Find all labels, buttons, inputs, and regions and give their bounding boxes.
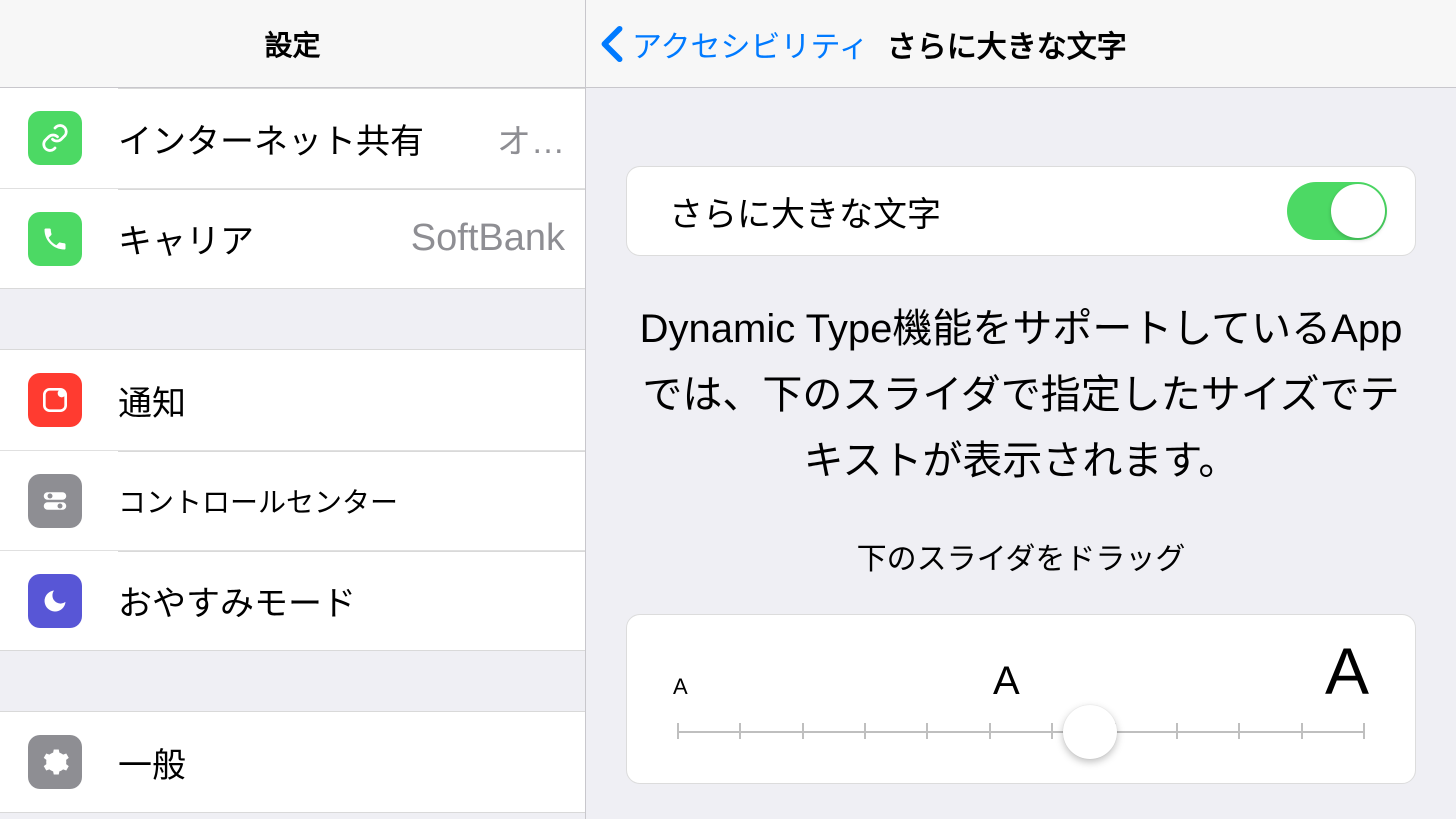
phone-icon — [28, 212, 82, 266]
slider-tick — [1051, 723, 1053, 739]
link-icon — [28, 111, 82, 165]
sidebar-item-control-center[interactable]: コントロールセンター — [0, 450, 585, 550]
detail-title: さらに大きな文字 — [887, 22, 1127, 66]
item-label: キャリア — [118, 214, 254, 263]
larger-text-toggle-row[interactable]: さらに大きな文字 — [626, 166, 1416, 256]
detail-header: アクセシビリティ さらに大きな文字 — [586, 0, 1456, 88]
slider-tick — [739, 723, 741, 739]
sidebar-content: インターネット共有 オ… キャリア SoftBank 通知 — [0, 88, 585, 819]
detail-panel: アクセシビリティ さらに大きな文字 さらに大きな文字 Dynamic Type機… — [586, 0, 1456, 819]
sidebar-item-carrier[interactable]: キャリア SoftBank — [0, 188, 585, 288]
slider-tick — [1363, 723, 1365, 739]
sidebar-header: 設定 — [0, 0, 585, 88]
item-value: SoftBank — [264, 217, 565, 260]
toggle-knob — [1331, 184, 1385, 238]
chevron-left-icon — [600, 25, 624, 63]
slider-label-mid: A — [993, 659, 1020, 704]
detail-body: さらに大きな文字 Dynamic Type機能をサポートしているAppでは、下の… — [586, 88, 1456, 819]
slider-tick — [864, 723, 866, 739]
gear-icon — [28, 735, 82, 789]
item-label: 通知 — [118, 376, 186, 425]
slider-hint: 下のスライダをドラッグ — [626, 534, 1416, 578]
item-label: コントロールセンター — [118, 481, 398, 521]
item-value: オ… — [434, 114, 565, 163]
slider-labels: A A A — [667, 633, 1375, 713]
item-label: インターネット共有 — [118, 114, 424, 163]
toggle-switch[interactable] — [1287, 182, 1387, 240]
sidebar-item-general[interactable]: 一般 — [0, 712, 585, 812]
sidebar-title: 設定 — [264, 24, 320, 64]
text-size-slider-card: A A A — [626, 614, 1416, 784]
back-label: アクセシビリティ — [632, 22, 869, 66]
text-size-slider[interactable] — [667, 713, 1375, 753]
settings-sidebar: 設定 インターネット共有 オ… キャリア SoftBank — [0, 0, 586, 819]
slider-tick — [1301, 723, 1303, 739]
slider-tick — [1176, 723, 1178, 739]
slider-tick — [989, 723, 991, 739]
slider-tick — [802, 723, 804, 739]
item-label: おやすみモード — [118, 576, 356, 625]
sidebar-item-do-not-disturb[interactable]: おやすみモード — [0, 550, 585, 650]
slider-tick — [677, 723, 679, 739]
toggle-icon — [28, 474, 82, 528]
slider-label-small: A — [673, 674, 688, 700]
sidebar-group-general: 一般 — [0, 711, 585, 813]
back-button[interactable]: アクセシビリティ — [586, 22, 869, 66]
slider-label-large: A — [1325, 633, 1369, 709]
moon-icon — [28, 574, 82, 628]
dynamic-type-description: Dynamic Type機能をサポートしているAppでは、下のスライダで指定した… — [634, 296, 1408, 494]
sidebar-group-notifications: 通知 コントロールセンター おやすみモード — [0, 349, 585, 651]
toggle-label: さらに大きな文字 — [669, 187, 941, 236]
slider-tick — [926, 723, 928, 739]
sidebar-item-internet-sharing[interactable]: インターネット共有 オ… — [0, 88, 585, 188]
slider-knob[interactable] — [1063, 705, 1117, 759]
notification-icon — [28, 373, 82, 427]
slider-tick — [1238, 723, 1240, 739]
sidebar-item-notifications[interactable]: 通知 — [0, 350, 585, 450]
slider-ticks — [677, 723, 1365, 741]
sidebar-group-network: インターネット共有 オ… キャリア SoftBank — [0, 88, 585, 289]
item-label: 一般 — [118, 738, 186, 787]
